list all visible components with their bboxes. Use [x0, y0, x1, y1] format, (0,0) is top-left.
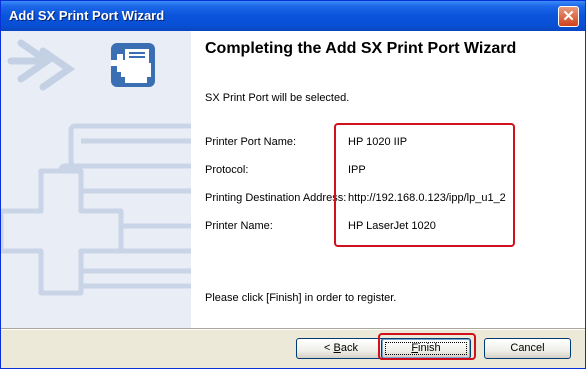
back-button[interactable]: < Back	[296, 338, 386, 359]
field-label-protocol: Protocol:	[205, 164, 249, 176]
finish-instruction-text: Please click [Finish] in order to regist…	[205, 292, 397, 304]
values-highlight-box	[334, 123, 515, 247]
close-button[interactable]: ✕	[558, 6, 579, 27]
side-panel-illustration	[1, 39, 191, 296]
add-printer-icon	[111, 43, 155, 87]
wizard-content: Completing the Add SX Print Port Wizard …	[1, 31, 585, 328]
field-label-port-name: Printer Port Name:	[205, 136, 297, 148]
close-icon: ✕	[562, 8, 575, 25]
wizard-side-panel	[1, 31, 191, 328]
button-bar-separator	[1, 329, 585, 330]
wizard-heading: Completing the Add SX Print Port Wizard	[205, 40, 517, 57]
back-prefix: <	[324, 342, 334, 354]
arrows-icon	[7, 39, 76, 91]
selected-port-text: SX Print Port will be selected.	[205, 92, 350, 104]
cancel-button[interactable]: Cancel	[484, 338, 571, 359]
title-bar[interactable]: Add SX Print Port Wizard ✕	[1, 1, 585, 31]
wizard-window: Add SX Print Port Wizard ✕ Completing th…	[0, 0, 586, 369]
back-button-label: < Back	[324, 342, 358, 354]
window-title: Add SX Print Port Wizard	[9, 8, 165, 23]
field-label-destination-address: Printing Destination Address:	[205, 192, 347, 204]
finish-highlight-box	[378, 333, 476, 360]
button-bar: < Back Finish Cancel	[1, 328, 585, 368]
cancel-button-label: Cancel	[510, 342, 545, 354]
field-label-printer-name: Printer Name:	[205, 220, 273, 232]
back-rest: ack	[340, 342, 358, 354]
back-mnemonic: B	[333, 342, 341, 354]
